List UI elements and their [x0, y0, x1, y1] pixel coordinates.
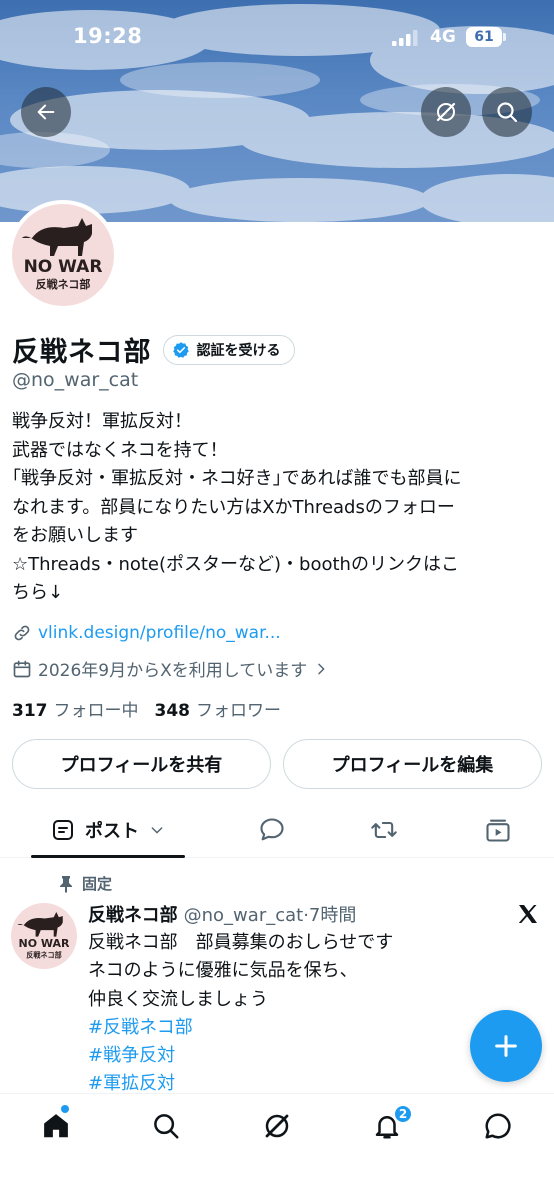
reply-icon [260, 818, 284, 841]
profile-tabs: ポスト [0, 802, 554, 858]
edit-profile-button[interactable]: プロフィールを編集 [283, 739, 542, 789]
bio-line: なれます。部員になりたい方はXかThreadsのフォロー [12, 496, 455, 518]
tab-media[interactable] [476, 802, 520, 858]
pinned-label: 固定 [82, 875, 113, 893]
joined-date[interactable]: 2026年9月からXを利用しています [12, 656, 335, 681]
followers-count: 348 [154, 701, 191, 721]
following-count: 317 [12, 701, 48, 721]
grok-button[interactable] [421, 87, 471, 137]
avatar-logo-text: NO WAR [24, 257, 103, 277]
notification-badge: 2 [393, 1104, 413, 1124]
bio-line: ちら↓ [12, 582, 64, 603]
post-line: 仲良く交流しましょう [88, 988, 268, 1010]
video-icon [486, 819, 510, 842]
followers-label: フォロワー [196, 701, 281, 721]
calendar-icon [13, 660, 31, 677]
avatar-logo-subtext: 反戦ネコ部 [36, 277, 91, 291]
post-header: 反戦ネコ部 @no_war_cat·7時間 [88, 901, 356, 927]
search-icon [154, 1114, 179, 1139]
followers-link[interactable]: 348 フォロワー [155, 696, 282, 721]
share-profile-button[interactable]: プロフィールを共有 [12, 739, 271, 789]
avatar-image: NO WAR 反戦ネコ部 [12, 204, 114, 306]
home-unread-dot [61, 1105, 69, 1113]
chevron-right-icon [318, 663, 325, 674]
nav-grok[interactable] [259, 1108, 295, 1144]
profile-link[interactable]: vlink.design/profile/no_war... [12, 623, 281, 643]
profile-name-row: 反戦ネコ部 認証を受ける [12, 330, 296, 369]
profile-link-text[interactable]: vlink.design/profile/no_war... [38, 623, 281, 643]
post-author-name[interactable]: 反戦ネコ部 [88, 901, 178, 927]
display-name: 反戦ネコ部 [12, 337, 152, 368]
bio-line: ☆Threads・note(ポスターなど)・boothのリンクはこ [12, 553, 459, 575]
profile-bio: 戦争反対！軍拡反対！ 武器ではなくネコを持て！ ｢戦争反対・軍拡反対・ネコ好き｣… [12, 408, 542, 608]
bottom-navigation: 2 [0, 1093, 554, 1200]
profile-handle: @no_war_cat [12, 369, 139, 391]
search-button[interactable] [482, 87, 532, 137]
pin-icon [60, 875, 72, 893]
post-avatar[interactable]: NO WAR 反戦ネコ部 [11, 903, 77, 969]
tab-replies[interactable] [250, 802, 294, 858]
avatar-logo-text: NO WAR [18, 937, 70, 950]
tab-posts[interactable]: ポスト [31, 802, 185, 858]
avatar-logo-subtext: 反戦ネコ部 [26, 950, 61, 959]
cat-logo-icon: NO WAR 反戦ネコ部 [17, 912, 70, 959]
post-hashtag[interactable]: #戦争反対 [88, 1042, 393, 1070]
tab-posts-label: ポスト [85, 821, 139, 842]
pinned-indicator: 固定 [58, 873, 112, 894]
battery-icon: 61 [466, 27, 502, 47]
following-label: フォロー中 [53, 701, 139, 721]
posts-icon [53, 820, 73, 840]
battery-cap [503, 33, 506, 41]
tab-reposts[interactable] [362, 802, 406, 858]
x-logo-icon [518, 905, 537, 923]
back-arrow-icon [37, 104, 55, 120]
post-handle-time: @no_war_cat·7時間 [183, 905, 357, 926]
following-link[interactable]: 317 フォロー中 [12, 696, 139, 721]
grok-icon [436, 102, 456, 122]
status-time: 19:28 [73, 24, 143, 48]
verified-check-icon [173, 341, 190, 358]
search-icon [497, 102, 518, 123]
compose-button[interactable] [470, 1010, 542, 1082]
bio-line: をお願いします [12, 525, 138, 546]
chevron-down-icon [151, 827, 163, 834]
repost-icon [371, 821, 397, 839]
home-icon [44, 1114, 68, 1138]
post-line: ネコのように優雅に気品を保ち、 [88, 960, 358, 982]
post-hashtag[interactable]: #反戦ネコ部 [88, 1014, 393, 1042]
post-line: 反戦ネコ部 部員募集のおしらせです [88, 932, 394, 953]
get-verified-label: 認証を受ける [196, 342, 281, 359]
plus-icon [495, 1035, 517, 1057]
nav-search[interactable] [148, 1108, 184, 1144]
message-icon [485, 1113, 511, 1139]
post-text[interactable]: 反戦ネコ部 部員募集のおしらせです ネコのように優雅に気品を保ち、 仲良く交流し… [88, 929, 393, 1099]
nav-messages[interactable] [480, 1108, 516, 1144]
follow-counts: 317 フォロー中 348 フォロワー [12, 696, 281, 721]
nav-home[interactable] [38, 1108, 74, 1144]
network-type: 4G [430, 27, 456, 47]
back-button[interactable] [21, 87, 71, 137]
cat-logo-icon: NO WAR 反戦ネコ部 [22, 218, 103, 291]
grok-icon [265, 1114, 289, 1138]
status-bar: 19:28 4G 61 [0, 0, 554, 76]
bio-line: ｢戦争反対・軍拡反対・ネコ好き｣であれば誰でも部員に [12, 468, 462, 489]
profile-avatar[interactable]: NO WAR 反戦ネコ部 [8, 200, 118, 310]
active-tab-indicator [31, 855, 185, 858]
joined-date-text: 2026年9月からXを利用しています [38, 661, 308, 681]
link-icon [14, 625, 30, 641]
bio-line: 戦争反対！軍拡反対！ [12, 411, 192, 432]
cellular-signal-icon [392, 30, 418, 46]
get-verified-button[interactable]: 認証を受ける [163, 334, 296, 365]
bio-line: 武器ではなくネコを持て！ [12, 439, 228, 461]
